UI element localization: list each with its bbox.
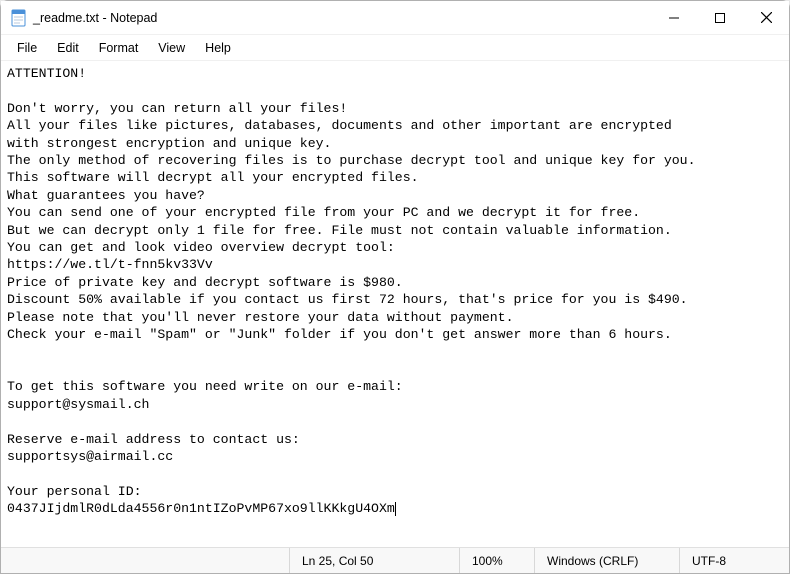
menu-help[interactable]: Help (195, 38, 241, 58)
window-controls (651, 1, 789, 34)
text-caret (395, 502, 396, 516)
content-area: ATTENTION! Don't worry, you can return a… (1, 61, 789, 547)
status-encoding: UTF-8 (679, 548, 789, 573)
menu-format[interactable]: Format (89, 38, 149, 58)
text-editor[interactable]: ATTENTION! Don't worry, you can return a… (1, 61, 789, 547)
menu-file[interactable]: File (7, 38, 47, 58)
window-title: _readme.txt - Notepad (33, 11, 157, 25)
close-icon (761, 12, 772, 23)
maximize-button[interactable] (697, 1, 743, 34)
notepad-window: _readme.txt - Notepad File Edit Format V… (0, 0, 790, 574)
maximize-icon (715, 13, 725, 23)
minimize-icon (669, 13, 679, 23)
minimize-button[interactable] (651, 1, 697, 34)
menu-view[interactable]: View (148, 38, 195, 58)
statusbar: Ln 25, Col 50 100% Windows (CRLF) UTF-8 (1, 547, 789, 573)
notepad-app-icon (11, 8, 27, 28)
menubar: File Edit Format View Help (1, 35, 789, 61)
status-line-col: Ln 25, Col 50 (289, 548, 459, 573)
titlebar[interactable]: _readme.txt - Notepad (1, 1, 789, 35)
menu-edit[interactable]: Edit (47, 38, 89, 58)
status-zoom: 100% (459, 548, 534, 573)
status-eol: Windows (CRLF) (534, 548, 679, 573)
close-button[interactable] (743, 1, 789, 34)
